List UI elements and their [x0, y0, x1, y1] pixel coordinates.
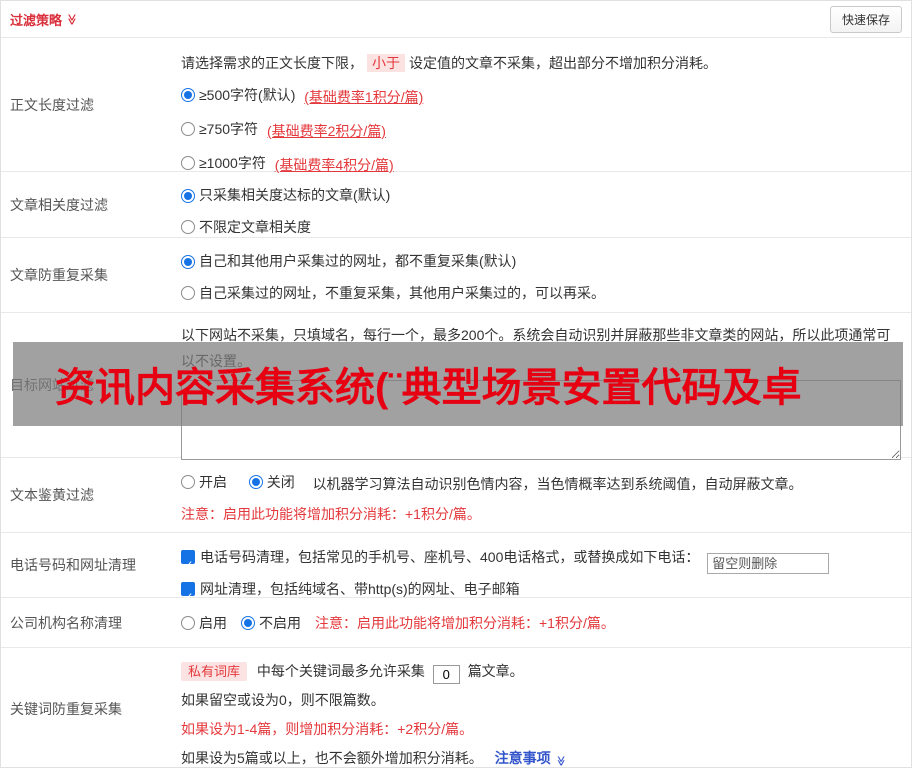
keyword-note-five: 如果设为5篇或以上，也不会额外增加积分消耗。 [181, 750, 483, 766]
porn-filter-description: 以机器学习算法自动识别色情内容，当色情概率达到系统阈值，自动屏蔽文章。 [312, 476, 803, 492]
company-clean-on[interactable]: 启用 [181, 613, 227, 633]
option-label: ≥500字符(默认) [199, 87, 296, 103]
section-label: 文本鉴黄过滤 [10, 487, 94, 503]
keyword-note-zero: 如果留空或设为0，则不限篇数。 [181, 692, 385, 708]
radio-button[interactable] [248, 475, 263, 489]
option-label: 自己和其他用户采集过的网址，都不重复采集(默认) [199, 253, 517, 269]
checkbox[interactable] [181, 550, 195, 580]
option-label: 不启用 [259, 614, 301, 631]
radio-button[interactable] [181, 156, 195, 170]
length-option-row: ≥500字符(默认) (基础费率1积分/篇) [181, 79, 901, 113]
option-label: 关闭 [266, 474, 295, 490]
notes-link[interactable]: 注意事项 ≫ [495, 750, 566, 767]
radio-button[interactable] [181, 88, 195, 102]
section-keyword-dedup: 关键词防重复采集 私有词库 中每个关键词最多允许采集 篇文章。 如果留空或设为0… [1, 647, 911, 767]
section-length-filter: 正文长度过滤 请选择需求的正文长度下限， 小于 设定值的文章不采集，超出部分不增加积… [1, 37, 911, 173]
chevron-down-icon[interactable]: ≫ [65, 13, 77, 25]
porn-filter-off[interactable]: 关闭 [248, 467, 295, 497]
option-fee: (基础费率2积分/篇) [266, 123, 386, 139]
section-phone-url-clean: 电话号码和网址清理 电话号码清理，包括常见的手机号、座机号、400电话格式，或替… [1, 532, 911, 612]
relevance-option-strict[interactable]: 只采集相关度达标的文章(默认) [181, 181, 390, 210]
section-relevance-filter: 文章相关度过滤 只采集相关度达标的文章(默认) 不限定文章相关度 [1, 171, 911, 237]
topbar: 过滤策略 ≫ 快速保存 [1, 1, 911, 37]
section-company-clean: 公司机构名称清理 启用 不启用 注意：启用此功能将增加积分消耗：+1积分/篇。 [1, 597, 911, 647]
option-label: ≥750字符 [199, 121, 259, 137]
section-label: 文章相关度过滤 [10, 196, 108, 213]
phone-clean-checkbox-option[interactable]: 电话号码清理，包括常见的手机号、座机号、400电话格式，或替换成如下电话： [181, 542, 700, 580]
radio-button[interactable] [181, 188, 195, 203]
section-label: 文章防重复采集 [10, 267, 108, 283]
radio-button[interactable] [181, 122, 195, 136]
option-fee: (基础费率1积分/篇) [304, 89, 424, 105]
option-label: 开启 [199, 474, 227, 490]
section-label: 电话号码和网址清理 [10, 557, 136, 573]
length-option-750[interactable]: ≥750字符 [181, 113, 258, 145]
dedup-option-self[interactable]: 自己采集过的网址，不重复采集，其他用户采集过的，可以再采。 [181, 279, 605, 308]
watermark-text: 资讯内容采集系统(¨典型场景安置代码及卓 [55, 366, 802, 410]
length-intro: 请选择需求的正文长度下限， 小于 设定值的文章不采集，超出部分不增加积分消耗。 [181, 54, 717, 72]
option-fee: (基础费率4积分/篇) [274, 157, 394, 173]
radio-button[interactable] [181, 254, 195, 269]
porn-filter-note: 注意：启用此功能将增加积分消耗：+1积分/篇。 [181, 506, 481, 522]
dedup-option-global[interactable]: 自己和其他用户采集过的网址，都不重复采集(默认) [181, 247, 516, 276]
max-articles-input[interactable] [432, 665, 460, 684]
page-title-text: 过滤策略 [10, 12, 63, 28]
private-lexicon-tag: 私有词库 [181, 662, 248, 681]
keyword-note-fee: 如果设为1-4篇，则增加积分消耗：+2积分/篇。 [181, 721, 474, 737]
radio-button[interactable] [181, 286, 195, 300]
radio-button[interactable] [181, 615, 195, 630]
page-title: 过滤策略 ≫ [10, 10, 77, 29]
section-label: 公司机构名称清理 [10, 614, 122, 631]
option-label: 只采集相关度达标的文章(默认) [199, 187, 391, 203]
highlight-keyword: 小于 [367, 54, 405, 72]
watermark-overlay: 资讯内容采集系统(¨典型场景安置代码及卓 [13, 342, 903, 426]
quick-save-button[interactable]: 快速保存 [829, 5, 902, 33]
option-label: 电话号码清理，包括常见的手机号、座机号、400电话格式，或替换成如下电话： [200, 549, 700, 565]
radio-button[interactable] [181, 475, 195, 489]
option-label: 启用 [199, 614, 227, 631]
section-porn-filter: 文本鉴黄过滤 开启 关闭 以机器学习算法自动识别色情内容，当色情概率达到系统阈值… [1, 457, 911, 532]
company-clean-off[interactable]: 不启用 [241, 613, 301, 633]
length-option-500[interactable]: ≥500字符(默认) [181, 79, 295, 111]
radio-button[interactable] [241, 615, 255, 630]
filter-strategy-page: 过滤策略 ≫ 快速保存 正文长度过滤 请选择需求的正文长度下限， 小于 设定值的文章… [0, 0, 912, 768]
company-clean-note: 注意：启用此功能将增加积分消耗：+1积分/篇。 [315, 614, 615, 631]
section-dedup-filter: 文章防重复采集 自己和其他用户采集过的网址，都不重复采集(默认) 自己采集过的网… [1, 237, 911, 312]
radio-button[interactable] [181, 220, 195, 234]
length-option-row: ≥750字符 (基础费率2积分/篇) [181, 113, 901, 147]
chevron-down-icon: ≫ [554, 755, 566, 767]
porn-filter-on[interactable]: 开启 [181, 467, 227, 497]
option-label: 自己采集过的网址，不重复采集，其他用户采集过的，可以再采。 [199, 284, 605, 301]
section-label: 关键词防重复采集 [10, 700, 122, 717]
replacement-phone-input[interactable] [707, 553, 830, 574]
section-label: 正文长度过滤 [10, 96, 94, 113]
checkbox[interactable] [181, 582, 195, 612]
